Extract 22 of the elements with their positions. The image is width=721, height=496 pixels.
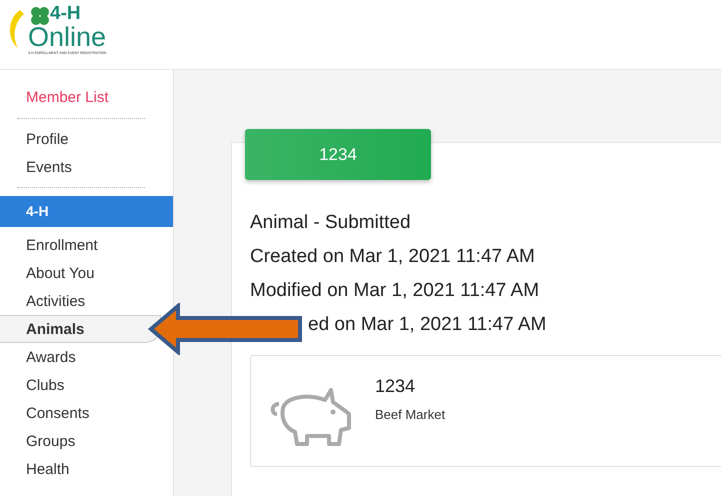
animal-type: Beef Market xyxy=(375,407,446,422)
sidebar-item[interactable]: Enrollment xyxy=(0,231,161,259)
sidebar-item[interactable]: Clubs xyxy=(0,371,161,399)
sidebar-item[interactable]: Events xyxy=(0,153,161,181)
sidebar-item[interactable]: Animals xyxy=(0,315,161,343)
record-date: ed on Mar 1, 2021 11:47 AM xyxy=(308,313,548,337)
sidebar-item[interactable]: Profile xyxy=(0,125,161,153)
sidebar-item[interactable]: Groups xyxy=(0,427,161,455)
logo-subtitle: Online xyxy=(28,24,106,50)
record-date: Modified on Mar 1, 2021 11:47 AM xyxy=(250,279,540,303)
sidebar-item[interactable]: Activities xyxy=(0,287,161,315)
sidebar-item[interactable]: Health xyxy=(0,455,161,483)
record-status: Animal - Submitted xyxy=(250,211,412,235)
animal-card[interactable]: 1234 Beef Market xyxy=(250,355,721,467)
member-list-link[interactable]: Member List xyxy=(0,86,173,112)
sidebar-item[interactable]: About You xyxy=(0,259,161,287)
sidebar-item[interactable]: Awards xyxy=(0,343,161,371)
section-header: 4-H xyxy=(0,196,173,227)
animal-name: 1234 xyxy=(375,376,416,397)
sidebar-item[interactable]: Consents xyxy=(0,399,161,427)
logo-title: 4-H xyxy=(50,4,81,24)
record-date: Created on Mar 1, 2021 11:47 AM xyxy=(250,245,536,269)
